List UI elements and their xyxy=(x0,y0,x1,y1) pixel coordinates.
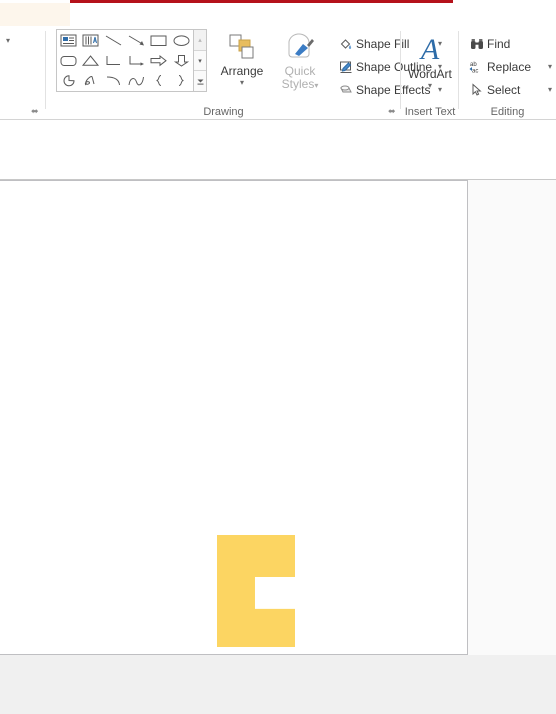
drawing-group-label: Drawing xyxy=(203,106,244,118)
wordart-icon: A xyxy=(421,32,439,68)
workspace-right-margin xyxy=(468,180,556,655)
shape-rounded-rectangle[interactable] xyxy=(57,50,80,70)
replace-label: Replace xyxy=(487,59,532,74)
editing-group-label: Editing xyxy=(490,106,525,118)
shape-text-box[interactable] xyxy=(57,30,80,50)
quick-styles-icon xyxy=(283,29,317,65)
shape-gallery-scroll-up-icon[interactable]: ▴ xyxy=(194,30,206,51)
powerpoint-window: ▾ martArt▾ ⬌ xyxy=(0,0,556,714)
svg-text:ab: ab xyxy=(470,62,477,68)
insert-text-group-label: Insert Text xyxy=(404,106,456,118)
wordart-label: WordArt xyxy=(408,67,452,81)
shape-gallery-scrollbar[interactable]: ▴ ▾ xyxy=(194,29,207,92)
accent-underline xyxy=(70,0,453,3)
find-button[interactable]: Find xyxy=(467,32,552,55)
svg-text:ac: ac xyxy=(472,68,478,74)
drawing-dialog-launcher[interactable]: ⬌ xyxy=(388,107,397,116)
cursor-arrow-icon xyxy=(467,82,487,97)
arrange-icon xyxy=(227,29,257,65)
shape-gallery-scroll-down-icon[interactable]: ▾ xyxy=(194,51,206,72)
binoculars-icon xyxy=(467,37,487,51)
replace-abc-icon: ab ac xyxy=(467,60,487,74)
workspace-bottom-margin xyxy=(0,655,556,714)
tab-format[interactable] xyxy=(0,3,70,26)
arrange-label: Arrange xyxy=(220,64,264,78)
arrange-button[interactable]: Arrange ▾ xyxy=(214,29,270,87)
ribbon-tab-strip xyxy=(0,0,556,26)
shape-line-arrow[interactable] xyxy=(125,30,148,50)
shape-arc-double[interactable] xyxy=(125,71,148,91)
editing-menu: Find ab ac Replace ▾ Select ▾ xyxy=(467,32,552,101)
shape-gallery[interactable] xyxy=(56,29,194,92)
smartart-button[interactable]: martArt▾ xyxy=(0,78,46,92)
quick-styles-label2-text: Styles xyxy=(281,77,315,91)
illustrations-dialog-launcher[interactable]: ⬌ xyxy=(31,107,40,116)
slide-canvas[interactable] xyxy=(0,180,468,655)
ribbon-group-illustrations: ▾ martArt▾ ⬌ xyxy=(0,26,46,120)
find-label: Find xyxy=(487,36,511,51)
shape-isosceles-triangle[interactable] xyxy=(80,50,103,70)
paint-bucket-icon xyxy=(336,37,356,51)
select-caret-icon[interactable]: ▾ xyxy=(546,85,552,94)
shape-pie[interactable] xyxy=(57,71,80,91)
notched-rectangle-shape[interactable] xyxy=(217,535,295,647)
wordart-caret-icon[interactable]: ▾ xyxy=(428,81,432,90)
shape-right-brace[interactable] xyxy=(170,71,193,91)
quick-styles-caret-icon: ▾ xyxy=(314,81,319,90)
ribbon: ▾ martArt▾ ⬌ xyxy=(0,26,556,120)
shape-scribble[interactable] xyxy=(80,71,103,91)
shape-rectangle[interactable] xyxy=(148,30,171,50)
arrange-caret-icon[interactable]: ▾ xyxy=(240,78,244,87)
shape-line[interactable] xyxy=(102,30,125,50)
replace-button[interactable]: ab ac Replace ▾ xyxy=(467,55,552,78)
work-area xyxy=(0,120,556,714)
shape-gallery-more-icon[interactable] xyxy=(194,71,206,91)
shape-vertical-text-box[interactable] xyxy=(80,30,103,50)
ribbon-group-insert-text: A WordArt ▾ Insert Text xyxy=(401,26,459,120)
shape-effects-icon xyxy=(336,83,356,97)
shape-elbow-arrow-connector[interactable] xyxy=(125,50,148,70)
shape-curve[interactable] xyxy=(102,71,125,91)
quick-styles-label-line2: Styles▾ xyxy=(282,78,319,92)
wordart-glyph: A xyxy=(420,33,440,66)
shape-down-arrow[interactable] xyxy=(170,50,193,70)
quick-styles-button[interactable]: Quick Styles▾ xyxy=(272,29,328,92)
select-button[interactable]: Select ▾ xyxy=(467,78,552,101)
shape-right-arrow[interactable] xyxy=(148,50,171,70)
illustrations-top-caret-icon[interactable]: ▾ xyxy=(6,36,10,45)
shape-elbow-connector[interactable] xyxy=(102,50,125,70)
ribbon-group-editing: Find ab ac Replace ▾ Select ▾ Editing xyxy=(459,26,556,120)
shape-left-brace[interactable] xyxy=(148,71,171,91)
select-label: Select xyxy=(487,82,521,97)
wordart-button[interactable]: A WordArt ▾ xyxy=(402,32,458,91)
pencil-outline-icon xyxy=(336,60,356,74)
replace-caret-icon[interactable]: ▾ xyxy=(546,62,552,71)
ribbon-group-drawing: ▴ ▾ Arrange ▾ Quick Styles▾ Shape Fill ▾… xyxy=(46,26,442,120)
shape-oval[interactable] xyxy=(170,30,193,50)
